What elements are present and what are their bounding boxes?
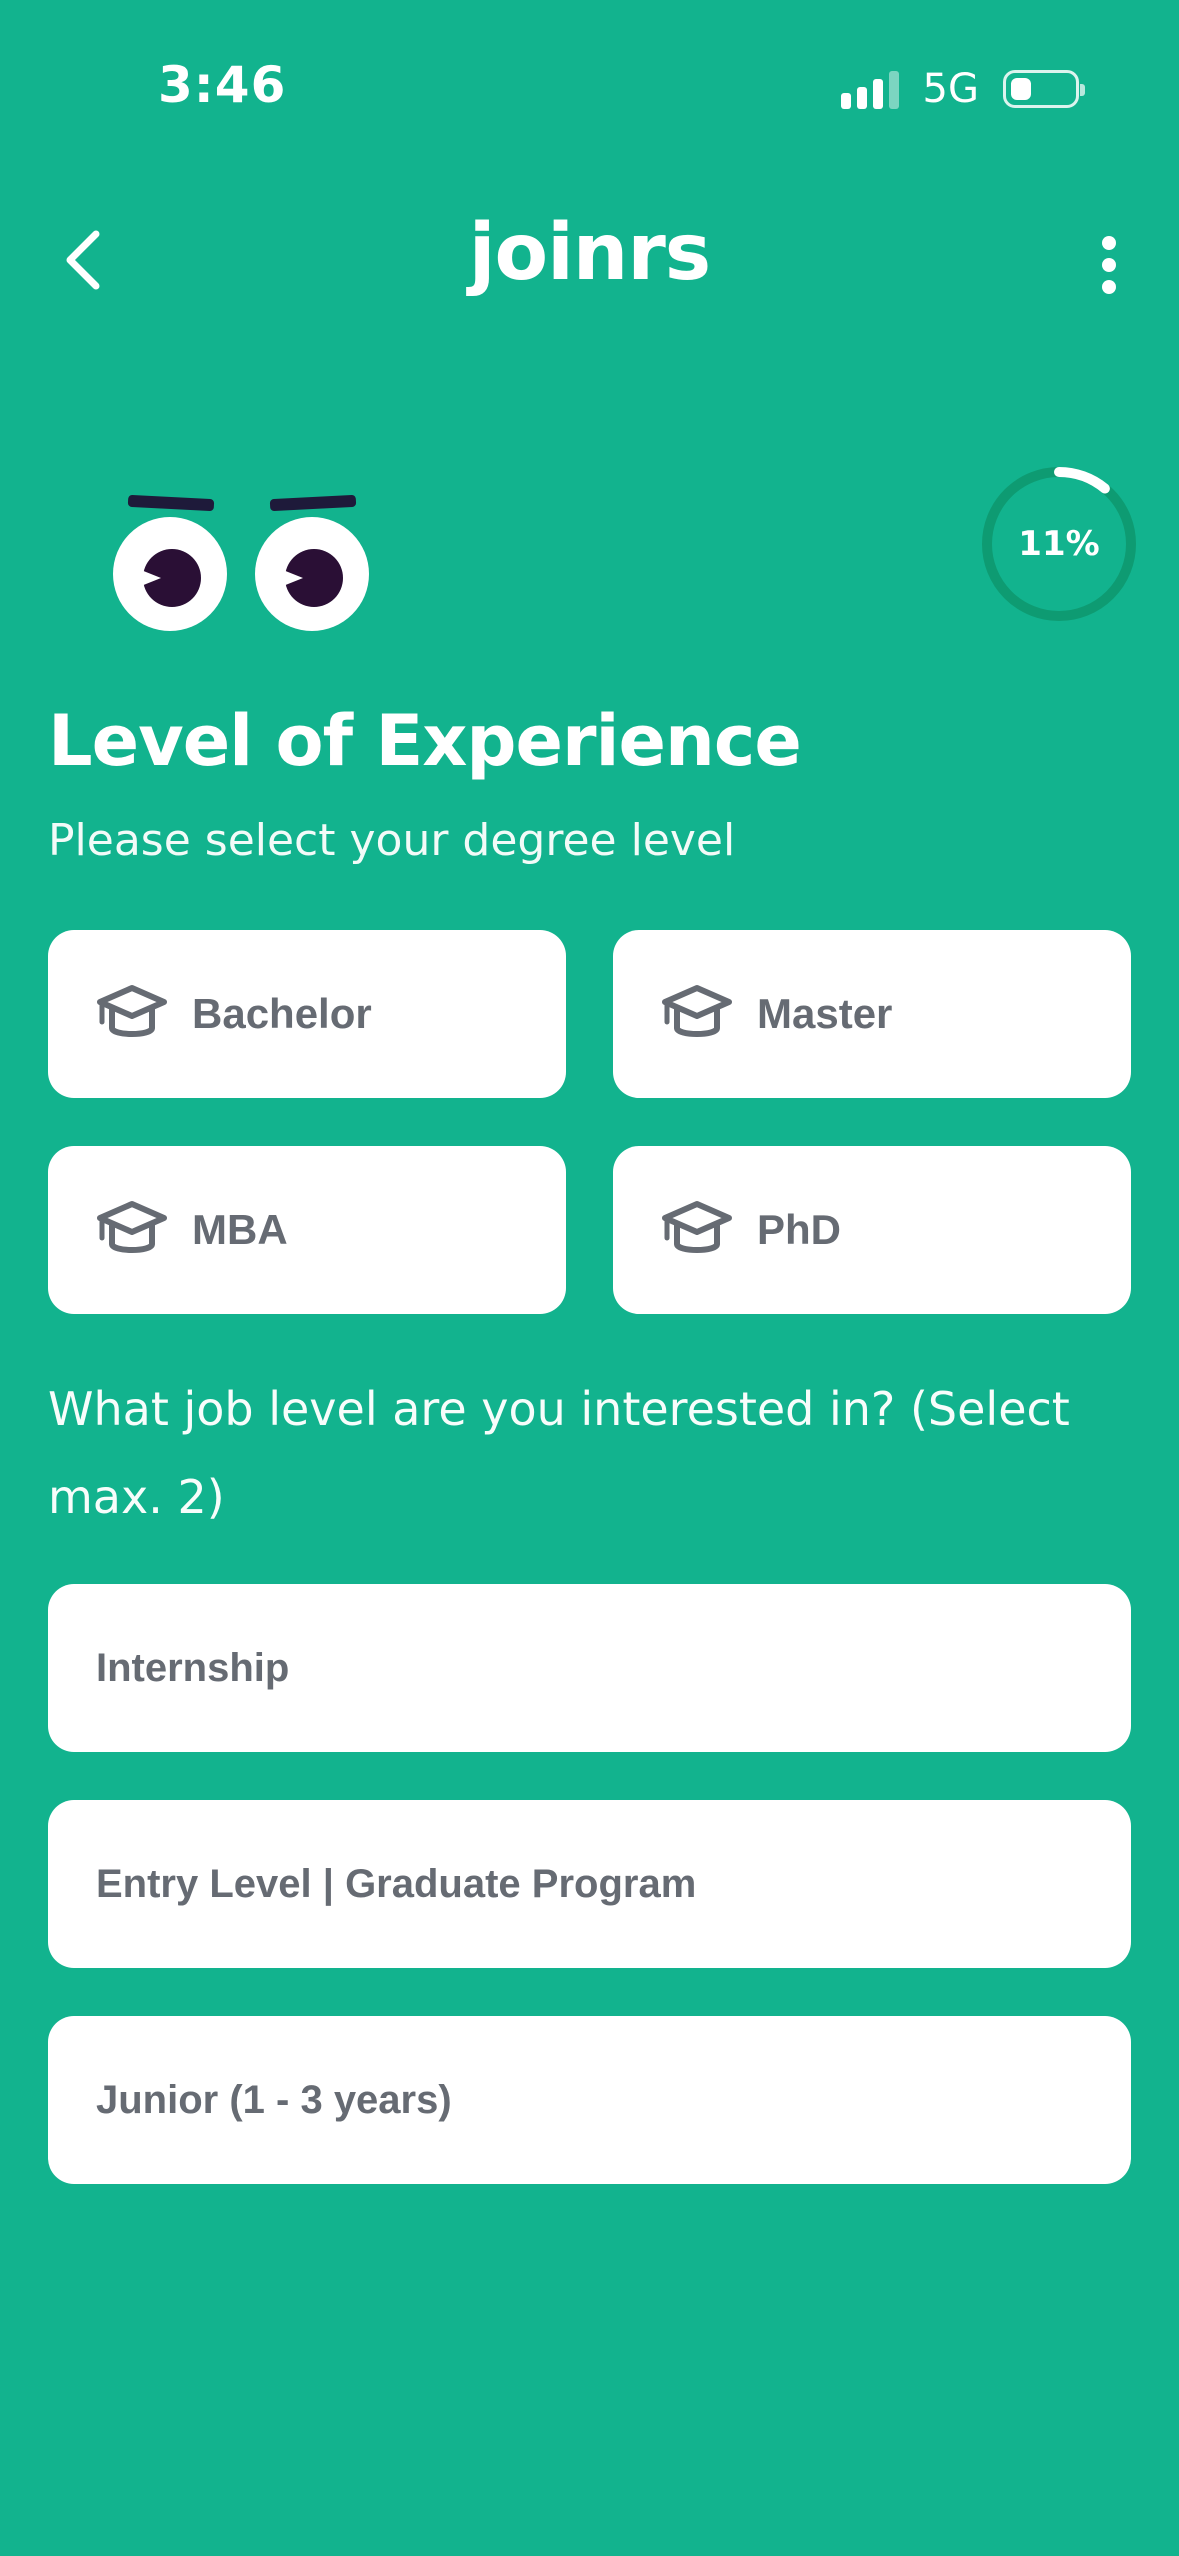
page-title: Level of Experience: [48, 700, 802, 782]
degree-label: PhD: [757, 1206, 841, 1253]
graduation-cap-icon: [97, 985, 167, 1037]
left-eyebrow: [127, 494, 215, 512]
degree-label: MBA: [192, 1206, 288, 1253]
progress-percent: 11%: [1018, 524, 1100, 564]
signal-icon: [840, 69, 899, 109]
left-eye: [113, 517, 227, 631]
graduation-cap-icon: [662, 1201, 732, 1253]
mascot-eyes-illustration: [110, 494, 380, 635]
degree-option-master[interactable]: Master: [613, 930, 1131, 1098]
page-subtitle: Please select your degree level: [48, 815, 736, 866]
brand-logo: joinrs: [468, 208, 711, 298]
status-indicators: 5G: [840, 66, 1085, 112]
job-level-question: What job level are you interested in? (S…: [48, 1382, 1070, 1524]
graduation-cap-icon: [662, 985, 732, 1037]
job-level-option-junior[interactable]: Junior (1 - 3 years): [48, 2016, 1131, 2184]
degree-option-phd[interactable]: PhD: [613, 1146, 1131, 1314]
job-level-label: Internship: [96, 1645, 290, 1690]
vertical-ellipsis-icon: [1102, 236, 1116, 250]
degree-label: Master: [757, 990, 893, 1037]
graduation-cap-icon: [97, 1201, 167, 1253]
job-level-options: Internship Entry Level | Graduate Progra…: [48, 1584, 1131, 2184]
right-eye: [255, 517, 369, 631]
progress-ring: 11%: [980, 465, 1138, 623]
degree-options: Bachelor Master MBA PhD: [48, 930, 1131, 1314]
job-level-label: Junior (1 - 3 years): [96, 2077, 452, 2122]
app-header: joinrs: [0, 200, 1179, 330]
status-bar: 3:46 5G: [0, 0, 1179, 150]
degree-label: Bachelor: [192, 990, 372, 1037]
job-level-label: Entry Level | Graduate Program: [96, 1861, 697, 1906]
job-level-option-entry-level[interactable]: Entry Level | Graduate Program: [48, 1800, 1131, 1968]
degree-option-bachelor[interactable]: Bachelor: [48, 930, 566, 1098]
right-eyebrow: [269, 494, 357, 512]
network-label: 5G: [922, 66, 979, 112]
job-level-option-internship[interactable]: Internship: [48, 1584, 1131, 1752]
status-time: 3:46: [158, 56, 287, 114]
degree-option-mba[interactable]: MBA: [48, 1146, 566, 1314]
more-options-button[interactable]: [1079, 230, 1139, 300]
battery-icon: [1003, 70, 1085, 108]
